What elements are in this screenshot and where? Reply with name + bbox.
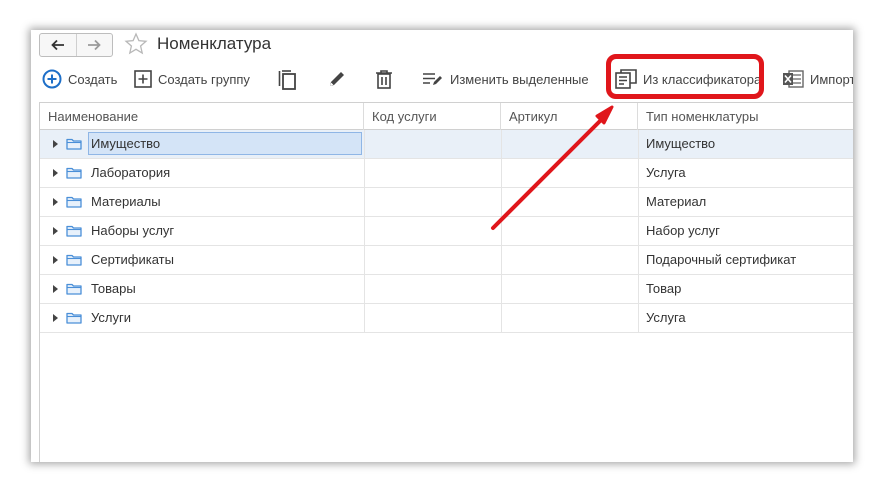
catalog-table: Наименование Код услуги Артикул Тип номе… xyxy=(39,102,853,462)
plus-square-icon xyxy=(134,70,152,88)
edit-button[interactable] xyxy=(327,66,347,92)
expand-arrow-icon[interactable] xyxy=(53,227,58,235)
table-header: Наименование Код услуги Артикул Тип номе… xyxy=(40,102,853,130)
expand-arrow-icon[interactable] xyxy=(53,285,58,293)
edit-selected-label: Изменить выделенные xyxy=(450,71,589,87)
column-divider xyxy=(364,275,365,303)
row-type: Услуга xyxy=(646,310,686,325)
copy-button[interactable] xyxy=(278,66,298,92)
create-group-label: Создать группу xyxy=(158,71,250,87)
column-divider xyxy=(638,246,639,274)
edit-selected-button[interactable]: Изменить выделенные xyxy=(422,66,589,92)
expand-arrow-icon[interactable] xyxy=(53,140,58,148)
import-label: Импорт xyxy=(810,71,853,87)
folder-icon xyxy=(66,283,82,295)
expand-arrow-icon[interactable] xyxy=(53,314,58,322)
table-row[interactable]: Лаборатория Услуга xyxy=(40,159,853,188)
column-divider xyxy=(638,159,639,187)
column-divider xyxy=(364,304,365,332)
folder-icon xyxy=(66,312,82,324)
row-name: Наборы услуг xyxy=(91,223,175,238)
catalog-window: Номенклатура Создать Создать группу Изме… xyxy=(31,30,853,462)
title-bar: Номенклатура xyxy=(31,30,853,60)
forward-button[interactable] xyxy=(75,34,113,56)
column-divider xyxy=(501,304,502,332)
column-divider xyxy=(501,246,502,274)
page-title: Номенклатура xyxy=(157,34,272,53)
arrow-right-icon xyxy=(88,39,102,51)
column-header-article[interactable]: Артикул xyxy=(501,103,638,130)
row-type: Материал xyxy=(646,194,707,209)
expand-arrow-icon[interactable] xyxy=(53,169,58,177)
folder-icon xyxy=(66,254,82,266)
folder-icon xyxy=(66,225,82,237)
toolbar: Создать Создать группу Изменить выделенн… xyxy=(31,54,853,99)
table-row[interactable]: Наборы услуг Набор услуг xyxy=(40,217,853,246)
create-label: Создать xyxy=(68,71,118,87)
delete-button[interactable] xyxy=(375,66,393,92)
table-row[interactable]: Имущество Имущество xyxy=(40,130,853,159)
column-header-code[interactable]: Код услуги xyxy=(364,103,501,130)
row-name: Имущество xyxy=(91,136,161,151)
column-divider xyxy=(364,159,365,187)
copy-icon xyxy=(278,70,296,90)
column-divider xyxy=(501,217,502,245)
create-button[interactable]: Создать xyxy=(42,66,117,92)
column-divider xyxy=(638,304,639,332)
expand-arrow-icon[interactable] xyxy=(53,256,58,264)
trash-icon xyxy=(376,70,392,89)
row-type: Имущество xyxy=(646,136,716,151)
folder-icon xyxy=(66,138,82,150)
row-name: Материалы xyxy=(91,194,161,209)
column-divider xyxy=(364,217,365,245)
column-divider xyxy=(501,275,502,303)
create-group-button[interactable]: Создать группу xyxy=(134,66,250,92)
table-row[interactable]: Сертификаты Подарочный сертификат xyxy=(40,246,853,275)
nav-buttons xyxy=(39,33,113,57)
folder-icon xyxy=(66,196,82,208)
column-divider xyxy=(638,188,639,216)
column-header-type[interactable]: Тип номенклатуры xyxy=(638,103,853,130)
folder-icon xyxy=(66,167,82,179)
column-divider xyxy=(364,246,365,274)
row-name: Лаборатория xyxy=(91,165,171,180)
column-header-name[interactable]: Наименование xyxy=(40,103,364,130)
import-button[interactable]: Импорт xyxy=(782,66,853,92)
column-divider xyxy=(364,130,365,158)
row-type: Товар xyxy=(646,281,682,296)
row-type: Подарочный сертификат xyxy=(646,252,797,267)
column-divider xyxy=(638,217,639,245)
column-divider xyxy=(501,159,502,187)
arrow-left-icon xyxy=(50,39,64,51)
plus-circle-icon xyxy=(42,69,62,89)
row-name: Услуги xyxy=(91,310,131,325)
column-divider xyxy=(638,130,639,158)
classifier-icon xyxy=(615,69,637,89)
table-row[interactable]: Товары Товар xyxy=(40,275,853,304)
list-edit-icon xyxy=(423,73,442,85)
column-divider xyxy=(501,130,502,158)
column-divider xyxy=(501,188,502,216)
row-type: Услуга xyxy=(646,165,686,180)
from-classifier-label: Из классификатора xyxy=(643,71,762,87)
table-row[interactable]: Услуги Услуга xyxy=(40,304,853,333)
expand-arrow-icon[interactable] xyxy=(53,198,58,206)
column-divider xyxy=(364,188,365,216)
table-row[interactable]: Материалы Материал xyxy=(40,188,853,217)
back-button[interactable] xyxy=(40,34,76,56)
row-name: Сертификаты xyxy=(91,252,174,267)
favorite-star-icon[interactable] xyxy=(124,32,148,56)
row-type: Набор услуг xyxy=(646,223,720,238)
row-name: Товары xyxy=(91,281,136,296)
excel-icon xyxy=(783,70,804,88)
from-classifier-button[interactable]: Из классификатора xyxy=(615,66,761,92)
column-divider xyxy=(638,275,639,303)
pencil-icon xyxy=(330,72,344,86)
